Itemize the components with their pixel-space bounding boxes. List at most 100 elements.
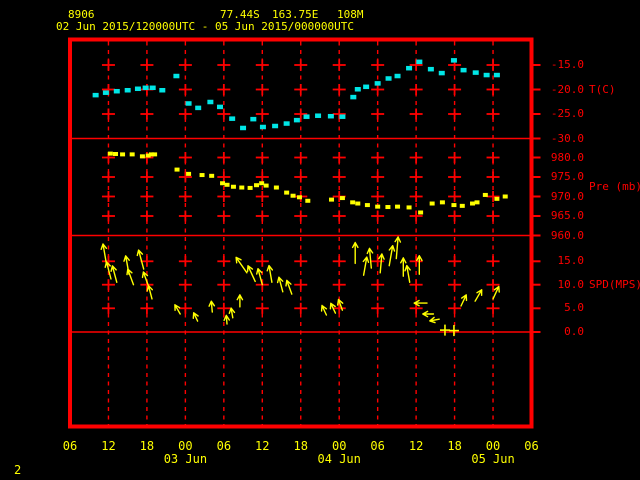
pressure-point — [375, 204, 381, 209]
wind-arrow — [256, 268, 263, 286]
pressure-point — [254, 183, 260, 188]
time-tick-label: 00 — [178, 439, 193, 453]
pressure-point — [120, 152, 126, 157]
value-tick-label: 15.0 — [557, 254, 585, 268]
pressure-point — [284, 190, 290, 195]
wind-arrow — [474, 289, 483, 302]
wind-arrow — [276, 276, 284, 293]
pressure-point — [439, 200, 445, 205]
pressure-point — [305, 198, 311, 203]
temperature-point — [272, 123, 279, 129]
wind-arrow — [208, 300, 216, 313]
temperature-point — [350, 94, 357, 100]
pressure-point — [385, 205, 391, 210]
wind-arrow — [228, 307, 236, 319]
pressure-point — [418, 210, 424, 215]
temperature-point — [363, 84, 370, 90]
temperature-point — [159, 87, 166, 93]
time-tick-label: 06 — [62, 439, 78, 453]
pressure-point — [451, 203, 457, 208]
temperature-point — [438, 70, 445, 76]
time-tick-label: 18 — [139, 439, 155, 453]
time-tick-label: 06 — [370, 439, 385, 453]
wind-arrow — [378, 253, 385, 274]
temperature-point — [216, 104, 223, 110]
day-label: 05 Jun — [471, 452, 515, 466]
meteogram-app: 8906 77.44S 163.75E 108M 02 Jun 2015/120… — [0, 0, 640, 480]
temperature-axis-label: T(C) — [589, 82, 616, 96]
temperature-point — [493, 72, 500, 78]
temperature-point — [460, 67, 467, 73]
wind-arrow — [223, 314, 230, 325]
pressure-point — [263, 183, 269, 188]
pressure-point — [220, 181, 226, 186]
value-tick-label: -20.0 — [550, 82, 584, 96]
wind-arrow — [236, 294, 244, 308]
temperature-point — [149, 85, 156, 91]
wind-arrow — [266, 264, 274, 283]
wind-arrow — [422, 310, 435, 318]
temperature-point — [229, 116, 236, 121]
time-range-title: 02 Jun 2015/120000UTC - 05 Jun 2015/0000… — [56, 20, 355, 33]
value-tick-label: 960.0 — [550, 228, 584, 242]
pressure-point — [247, 185, 253, 190]
pressure-point — [474, 200, 480, 205]
value-tick-label: 970.0 — [550, 189, 584, 203]
pressure-point — [350, 200, 356, 205]
wind-arrow — [460, 294, 468, 307]
value-tick-label: -30.0 — [550, 131, 584, 145]
time-tick-label: 18 — [293, 439, 308, 453]
temperature-point — [124, 87, 131, 93]
temperature-point — [250, 116, 257, 122]
wind-arrow — [320, 304, 328, 316]
time-tick-label: 06 — [216, 439, 232, 453]
time-tick-label: 12 — [101, 439, 116, 453]
pressure-point — [502, 194, 508, 199]
value-tick-label: 0.0 — [564, 325, 584, 338]
value-tick-label: 975.0 — [550, 170, 584, 183]
temperature-point — [427, 66, 434, 72]
temperature-point — [92, 92, 99, 98]
pressure-point — [239, 185, 245, 190]
time-tick-label: 00 — [485, 439, 501, 453]
pressure-point — [259, 181, 265, 186]
value-tick-label: 980.0 — [550, 150, 584, 164]
pressure-point — [290, 193, 296, 198]
temperature-point — [450, 58, 457, 63]
value-tick-label: 10.0 — [557, 277, 585, 291]
temperature-point — [406, 65, 413, 71]
day-label: 04 Jun — [317, 452, 361, 466]
wind-arrow — [110, 265, 118, 283]
temperature-point — [195, 105, 202, 111]
pressure-point — [406, 205, 412, 210]
pressure-point — [113, 151, 119, 156]
temperature-point — [354, 87, 361, 92]
value-tick-label: -25.0 — [550, 107, 584, 120]
pressure-point — [470, 201, 476, 206]
wind-arrow — [388, 245, 396, 267]
wind-arrow — [146, 285, 153, 300]
pressure-series — [107, 151, 508, 215]
pressure-point — [230, 184, 236, 189]
pressure-point — [199, 173, 205, 178]
value-tick-label: 5.0 — [564, 301, 584, 315]
pressure-point — [329, 197, 335, 202]
pressure-point — [494, 196, 500, 201]
temperature-point — [483, 72, 490, 78]
pressure-point — [129, 152, 135, 157]
wind-arrow — [126, 268, 135, 286]
calm-marks — [439, 324, 459, 337]
temperature-point — [315, 113, 322, 118]
wind-arrow — [400, 257, 407, 277]
temperature-point — [416, 59, 423, 65]
pressure-point — [429, 201, 435, 206]
pressure-point — [339, 196, 345, 201]
temperature-point — [207, 99, 214, 105]
wind-arrow — [192, 312, 199, 322]
temperature-point — [102, 90, 109, 95]
wind-arrow — [404, 264, 411, 283]
wind-arrow — [104, 261, 112, 280]
temperature-point — [259, 124, 266, 130]
wind-arrow — [174, 304, 181, 315]
pressure-point — [174, 167, 180, 172]
